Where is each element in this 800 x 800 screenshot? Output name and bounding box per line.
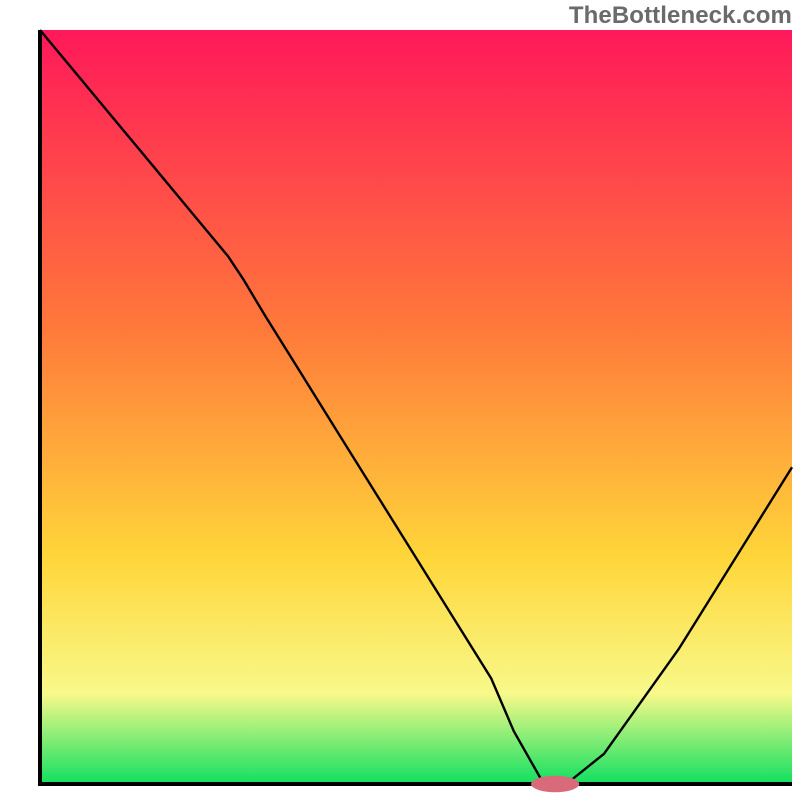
bottleneck-chart	[0, 0, 800, 800]
chart-stage: TheBottleneck.com	[0, 0, 800, 800]
chart-background-gradient	[40, 30, 792, 784]
optimal-marker	[531, 776, 579, 793]
watermark-label: TheBottleneck.com	[569, 2, 792, 30]
